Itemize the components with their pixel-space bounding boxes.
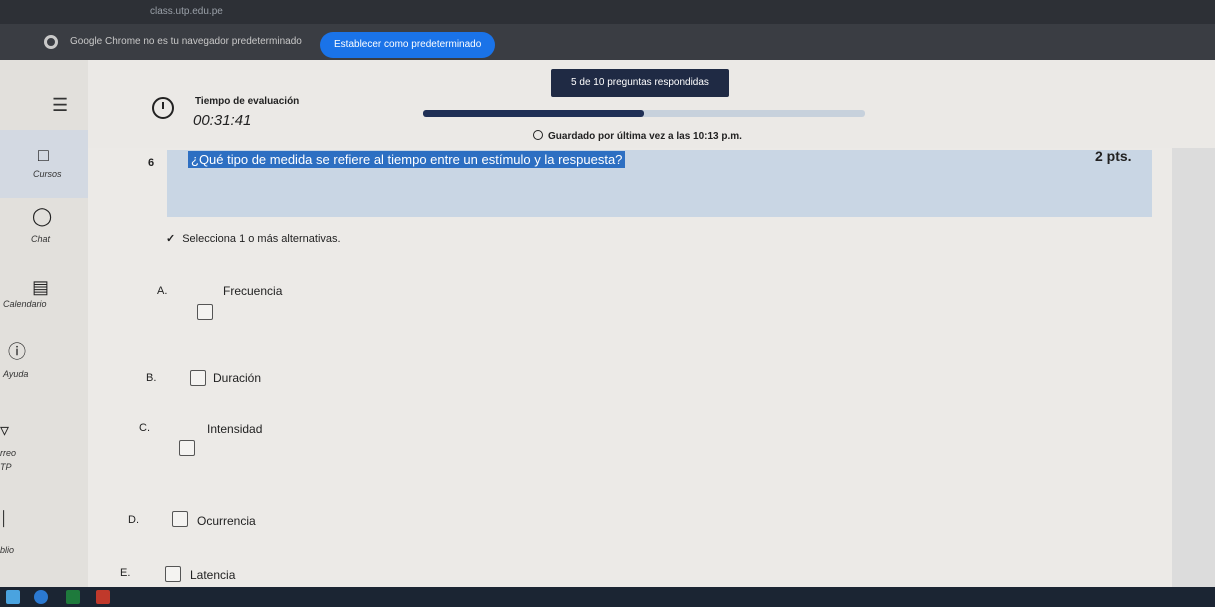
option-label[interactable]: Duración: [213, 371, 261, 385]
saved-status: Guardado por última vez a las 10:13 p.m.: [533, 130, 742, 142]
instruction: ✓ Selecciona 1 o más alternativas.: [166, 232, 341, 245]
stopwatch-icon: [152, 97, 174, 119]
menu-icon[interactable]: ☰: [52, 95, 68, 116]
saved-icon: [533, 130, 543, 140]
saved-text: Guardado por última vez a las 10:13 p.m.: [548, 131, 742, 142]
option-b-checkbox[interactable]: [190, 370, 206, 386]
timer-value: 00:31:41: [193, 112, 252, 129]
check-icon: ✓: [166, 233, 176, 245]
os-taskbar: [0, 587, 1215, 607]
book-icon: □: [38, 145, 49, 165]
mail-icon: ▿: [0, 420, 10, 440]
question-number: 6: [148, 157, 155, 169]
option-letter: C.: [139, 422, 150, 434]
option-label[interactable]: Ocurrencia: [197, 514, 256, 528]
option-letter: D.: [128, 514, 139, 526]
option-letter: A.: [157, 285, 168, 297]
option-e-checkbox[interactable]: [165, 566, 181, 582]
progress-fill: [423, 110, 644, 117]
sidebar-item-label: blio: [0, 545, 15, 555]
default-browser-infobar: Google Chrome no es tu navegador predete…: [0, 24, 1215, 60]
set-default-button[interactable]: Establecer como predeterminado: [320, 32, 496, 58]
sidebar: ☰: [0, 60, 88, 587]
option-label[interactable]: Frecuencia: [223, 284, 282, 298]
option-c-checkbox[interactable]: [179, 440, 195, 456]
sidebar-item-label: rreo: [0, 448, 17, 458]
answered-count-badge: 5 de 10 preguntas respondidas: [551, 69, 729, 97]
progress-bar: [423, 110, 865, 117]
app-icon[interactable]: [96, 590, 110, 604]
option-a-checkbox[interactable]: [197, 304, 213, 320]
edge-icon[interactable]: [34, 590, 48, 604]
library-icon: │: [0, 510, 9, 526]
sidebar-item-label: Chat: [31, 234, 51, 244]
help-icon: ⓘ: [8, 342, 26, 362]
sidebar-item-label: Calendario: [3, 299, 47, 309]
infobar-message: Google Chrome no es tu navegador predete…: [70, 36, 302, 47]
sidebar-item-label: TP: [0, 462, 12, 472]
option-letter: E.: [120, 567, 131, 579]
option-label[interactable]: Intensidad: [207, 422, 262, 436]
chat-icon: ◯: [32, 206, 53, 226]
browser-tabbar: class.utp.edu.pe: [0, 0, 1215, 24]
question-points: 2 pts.: [1095, 148, 1132, 164]
question-text: ¿Qué tipo de medida se refiere al tiempo…: [188, 151, 626, 168]
timer-title: Tiempo de evaluación: [195, 96, 300, 107]
calendar-icon: ▤: [32, 277, 50, 297]
sidebar-item-label: Ayuda: [3, 369, 29, 379]
right-scroll-area: [1172, 148, 1215, 587]
option-letter: B.: [146, 372, 157, 384]
url-text[interactable]: class.utp.edu.pe: [150, 6, 223, 17]
excel-icon[interactable]: [66, 590, 80, 604]
option-label[interactable]: Latencia: [190, 568, 235, 582]
start-icon[interactable]: [6, 590, 20, 604]
option-d-checkbox[interactable]: [172, 511, 188, 527]
instruction-text: Selecciona 1 o más alternativas.: [182, 233, 341, 245]
chrome-icon: [44, 35, 58, 49]
sidebar-item-label: Cursos: [33, 169, 62, 179]
